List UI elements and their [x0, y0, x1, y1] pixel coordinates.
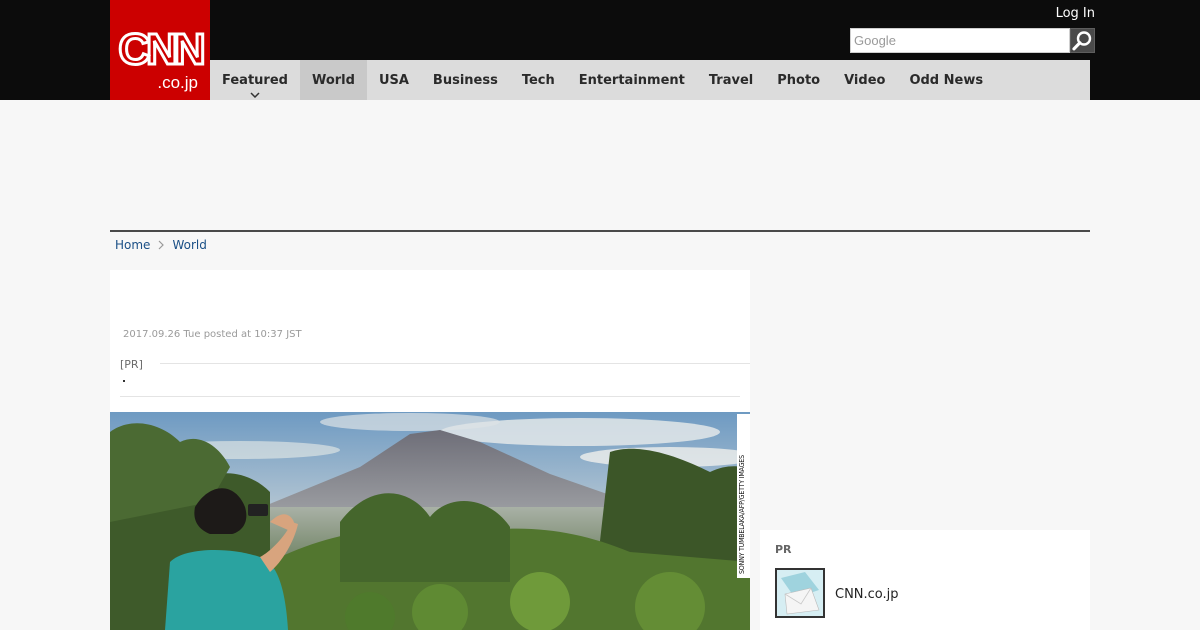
chevron-right-icon [159, 240, 165, 250]
nav-item-travel[interactable]: Travel [697, 60, 765, 100]
main-nav: Featured World USA Business Tech Enterta… [210, 60, 1090, 100]
nav-item-tech[interactable]: Tech [510, 60, 567, 100]
nav-item-entertainment[interactable]: Entertainment [567, 60, 697, 100]
sidebar-pr-heading: PR [775, 543, 792, 556]
pr-row: [PR] [120, 358, 750, 374]
nav-item-photo[interactable]: Photo [765, 60, 832, 100]
nav-item-label: Entertainment [578, 72, 685, 88]
breadcrumb: Home World [115, 238, 207, 252]
nav-item-usa[interactable]: USA [367, 60, 421, 100]
nav-item-video[interactable]: Video [832, 60, 897, 100]
cnn-logo-mark: CNN .co.jp [117, 24, 209, 93]
nav-item-business[interactable]: Business [421, 60, 510, 100]
cnn-logo[interactable]: CNN .co.jp [110, 0, 210, 100]
breadcrumb-home[interactable]: Home [115, 238, 150, 252]
nav-item-odd-news[interactable]: Odd News [897, 60, 995, 100]
search-icon [1072, 31, 1092, 51]
sidebar-pr-card: PR CNN.co.jp [760, 530, 1090, 630]
login-link[interactable]: Log In [1056, 6, 1095, 21]
pr-divider [160, 363, 750, 364]
sidebar-pr-title[interactable]: CNN.co.jp [835, 587, 899, 602]
volcano-photo [110, 412, 750, 630]
nav-item-label: USA [378, 72, 409, 88]
nav-item-label: Photo [777, 72, 821, 88]
article-photo: SONNY TUMBELAKA/AFP/GETTY IMAGES [110, 412, 750, 630]
photo-credit-text: SONNY TUMBELAKA/AFP/GETTY IMAGES [738, 455, 746, 574]
nav-item-featured[interactable]: Featured [210, 60, 300, 100]
nav-item-label: Travel [708, 72, 754, 88]
pr-bottom-divider [120, 396, 740, 397]
nav-item-label: Odd News [909, 72, 984, 88]
nav-item-world[interactable]: World [299, 60, 367, 100]
top-bar: CNN .co.jp Log In Featured World USA Bus… [0, 0, 1200, 100]
nav-item-label: Featured [222, 72, 288, 88]
pr-label: [PR] [120, 358, 149, 371]
nav-item-label: Tech [521, 72, 555, 88]
nav-item-label: World [311, 72, 355, 88]
article-card: 2017.09.26 Tue posted at 10:37 JST [PR] [110, 270, 750, 630]
sidebar-pr-thumbnail[interactable] [775, 568, 825, 618]
photo-credit: SONNY TUMBELAKA/AFP/GETTY IMAGES [737, 414, 750, 578]
mail-icon [777, 570, 823, 616]
search-input[interactable] [850, 28, 1070, 53]
posted-timestamp: 2017.09.26 Tue posted at 10:37 JST [123, 329, 302, 340]
section-divider [110, 230, 1090, 232]
logo-sub: .co.jp [157, 73, 198, 92]
logo-text: CNN [118, 25, 203, 74]
search-button[interactable] [1070, 28, 1095, 53]
chevron-down-icon [250, 92, 260, 98]
pr-link[interactable] [123, 380, 125, 382]
nav-item-label: Video [844, 72, 886, 88]
breadcrumb-world[interactable]: World [172, 238, 206, 252]
nav-item-label: Business [432, 72, 498, 88]
